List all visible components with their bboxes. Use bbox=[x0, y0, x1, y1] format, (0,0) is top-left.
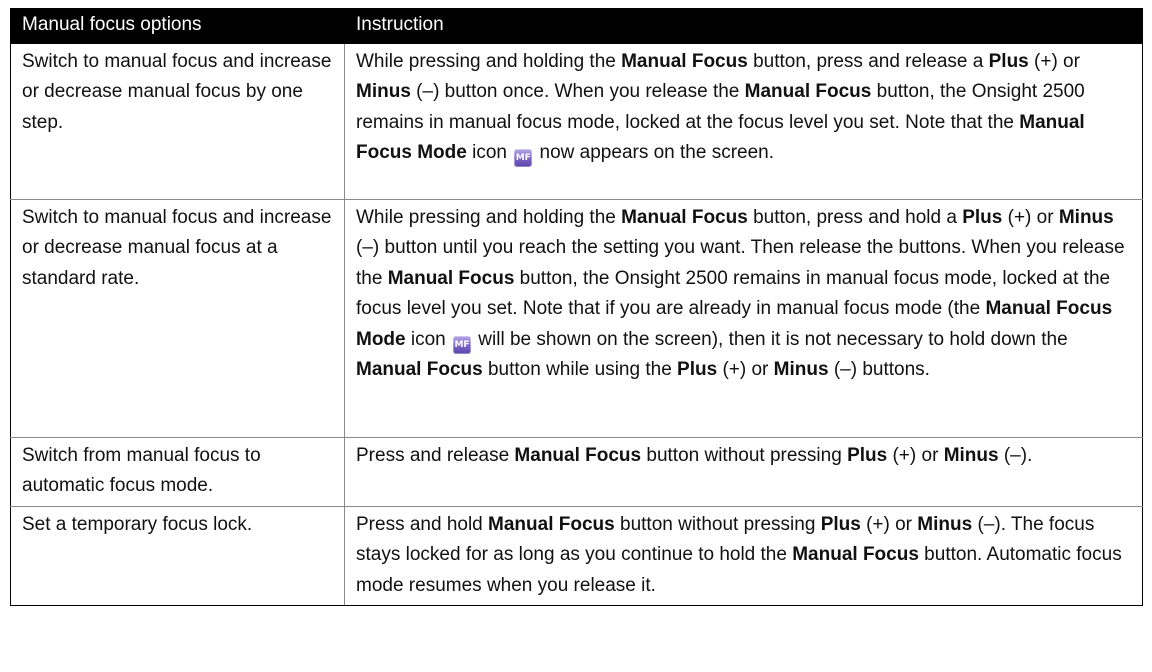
instruction-text: While pressing and holding the bbox=[356, 50, 622, 72]
instruction-text: Press and hold bbox=[356, 513, 489, 535]
bold-term: Minus bbox=[917, 513, 973, 535]
table-header-row: Manual focus options Instruction bbox=[10, 8, 1143, 44]
instruction-text: button while using the bbox=[482, 359, 678, 380]
instruction-text: (–) buttons. bbox=[828, 359, 930, 380]
instruction-text: While pressing and holding the bbox=[356, 206, 622, 228]
instruction-cell: Press and release Manual Focus button wi… bbox=[344, 436, 1143, 507]
instruction-cell: While pressing and holding the Manual Fo… bbox=[344, 198, 1143, 438]
bold-term: Manual Focus bbox=[488, 513, 615, 535]
instruction-text: button without pressing bbox=[614, 513, 821, 535]
instruction-text: icon bbox=[466, 142, 513, 163]
bold-term: Manual Focus bbox=[356, 359, 483, 380]
instruction-text: (–) button once. When you release the bbox=[410, 81, 745, 102]
instruction-text: (+) or bbox=[860, 513, 918, 535]
option-cell: Set a temporary focus lock. bbox=[10, 505, 345, 606]
column-header-instruction: Instruction bbox=[344, 8, 1143, 44]
bold-term: Manual Focus bbox=[744, 81, 872, 102]
bold-term: Manual Focus bbox=[792, 544, 919, 565]
column-header-options: Manual focus options bbox=[10, 8, 345, 44]
instruction-text: button, press and hold a bbox=[747, 206, 963, 228]
option-cell: Switch to manual focus and increase or d… bbox=[10, 198, 345, 438]
instruction-text: Press and release bbox=[356, 444, 515, 466]
instruction-text: (–). bbox=[998, 444, 1033, 466]
bold-term: Plus bbox=[820, 513, 861, 535]
bold-term: Plus bbox=[988, 50, 1029, 72]
table-row: Switch from manual focus to automatic fo… bbox=[10, 436, 1143, 507]
bold-term: Plus bbox=[962, 206, 1003, 228]
instruction-cell: Press and hold Manual Focus button witho… bbox=[344, 505, 1143, 606]
bold-term: Minus bbox=[1058, 206, 1114, 228]
option-cell: Switch from manual focus to automatic fo… bbox=[10, 436, 345, 507]
bold-term: Minus bbox=[943, 444, 999, 466]
bold-term: Minus bbox=[356, 81, 411, 102]
table-row: Switch to manual focus and increase or d… bbox=[10, 198, 1143, 438]
bold-term: Minus bbox=[773, 359, 829, 380]
instruction-text: (+) or bbox=[717, 359, 774, 380]
bold-term: Manual Focus bbox=[621, 50, 748, 72]
instruction-text: (+) or bbox=[1002, 206, 1059, 228]
table-row: Set a temporary focus lock. Press and ho… bbox=[10, 505, 1143, 606]
option-cell: Switch to manual focus and increase or d… bbox=[10, 42, 345, 200]
instruction-cell: While pressing and holding the Manual Fo… bbox=[344, 42, 1143, 200]
instruction-text: button, press and release a bbox=[747, 50, 989, 72]
bold-term: Manual Focus bbox=[387, 267, 515, 289]
bold-term: Plus bbox=[677, 359, 718, 380]
instruction-text: button without pressing bbox=[641, 444, 848, 466]
bold-term: Plus bbox=[847, 444, 888, 466]
instruction-text: icon bbox=[405, 328, 452, 350]
manual-focus-mode-icon: MF bbox=[514, 149, 533, 167]
manual-focus-table: Manual focus options Instruction Switch … bbox=[10, 8, 1143, 606]
instruction-text: (+) or bbox=[1028, 50, 1080, 72]
bold-term: Manual Focus bbox=[621, 206, 748, 228]
bold-term: Manual Focus bbox=[514, 444, 642, 466]
instruction-text: (+) or bbox=[887, 444, 944, 466]
instruction-text: now appears on the screen. bbox=[534, 142, 775, 163]
manual-focus-mode-icon: MF bbox=[453, 335, 472, 354]
table-row: Switch to manual focus and increase or d… bbox=[10, 42, 1143, 200]
instruction-text: will be shown on the screen), then it is… bbox=[473, 328, 1068, 350]
